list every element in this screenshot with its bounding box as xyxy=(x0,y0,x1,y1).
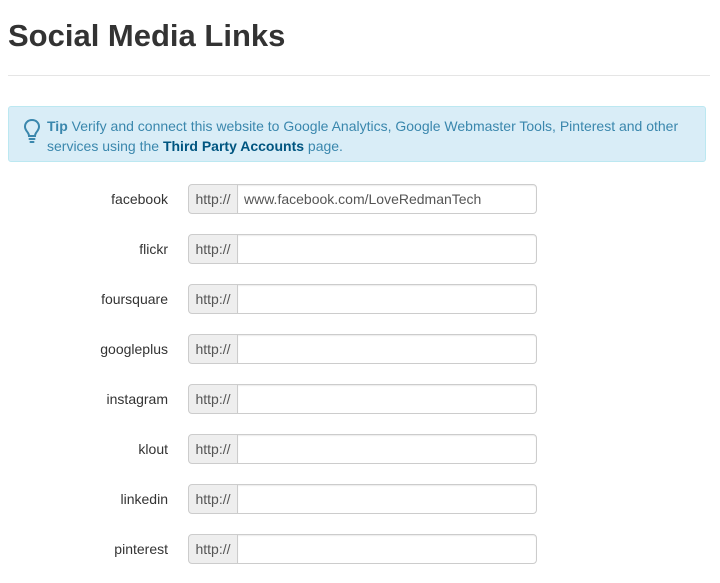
input-group-googleplus: http:// xyxy=(188,334,537,364)
googleplus-url-input[interactable] xyxy=(237,334,537,364)
tip-alert: Tip Verify and connect this website to G… xyxy=(8,106,706,162)
page-title: Social Media Links xyxy=(8,18,286,53)
input-group-flickr: http:// xyxy=(188,234,537,264)
url-prefix-addon: http:// xyxy=(188,234,238,264)
form-row-instagram: instagram http:// xyxy=(0,384,720,414)
tip-text-before: Verify and connect this website to Googl… xyxy=(47,118,679,154)
field-label-foursquare: foursquare xyxy=(101,291,168,307)
linkedin-url-input[interactable] xyxy=(237,484,537,514)
pinterest-url-input[interactable] xyxy=(237,534,537,564)
field-label-klout: klout xyxy=(138,441,168,457)
tip-label: Tip xyxy=(47,118,68,134)
url-prefix-addon: http:// xyxy=(188,434,238,464)
field-label-linkedin: linkedin xyxy=(120,491,168,507)
input-group-instagram: http:// xyxy=(188,384,537,414)
field-label-instagram: instagram xyxy=(106,391,168,407)
url-prefix-addon: http:// xyxy=(188,184,238,214)
url-prefix-addon: http:// xyxy=(188,484,238,514)
field-label-googleplus: googleplus xyxy=(100,341,168,357)
foursquare-url-input[interactable] xyxy=(237,284,537,314)
url-prefix-addon: http:// xyxy=(188,284,238,314)
input-group-foursquare: http:// xyxy=(188,284,537,314)
input-group-facebook: http:// xyxy=(188,184,537,214)
tip-message: Tip Verify and connect this website to G… xyxy=(47,116,687,156)
field-label-facebook: facebook xyxy=(111,191,168,207)
url-prefix-addon: http:// xyxy=(188,534,238,564)
form-row-klout: klout http:// xyxy=(0,434,720,464)
facebook-url-input[interactable] xyxy=(237,184,537,214)
instagram-url-input[interactable] xyxy=(237,384,537,414)
third-party-accounts-link[interactable]: Third Party Accounts xyxy=(163,138,304,154)
form-row-flickr: flickr http:// xyxy=(0,234,720,264)
form-row-facebook: facebook http:// xyxy=(0,184,720,214)
klout-url-input[interactable] xyxy=(237,434,537,464)
input-group-linkedin: http:// xyxy=(188,484,537,514)
form-row-foursquare: foursquare http:// xyxy=(0,284,720,314)
lightbulb-icon xyxy=(23,118,41,146)
tip-text-after: page. xyxy=(307,138,343,154)
input-group-klout: http:// xyxy=(188,434,537,464)
form-row-pinterest: pinterest http:// xyxy=(0,534,720,564)
form-row-linkedin: linkedin http:// xyxy=(0,484,720,514)
flickr-url-input[interactable] xyxy=(237,234,537,264)
input-group-pinterest: http:// xyxy=(188,534,537,564)
field-label-pinterest: pinterest xyxy=(114,541,168,557)
form-row-googleplus: googleplus http:// xyxy=(0,334,720,364)
title-divider xyxy=(8,75,710,76)
url-prefix-addon: http:// xyxy=(188,334,238,364)
field-label-flickr: flickr xyxy=(139,241,168,257)
url-prefix-addon: http:// xyxy=(188,384,238,414)
